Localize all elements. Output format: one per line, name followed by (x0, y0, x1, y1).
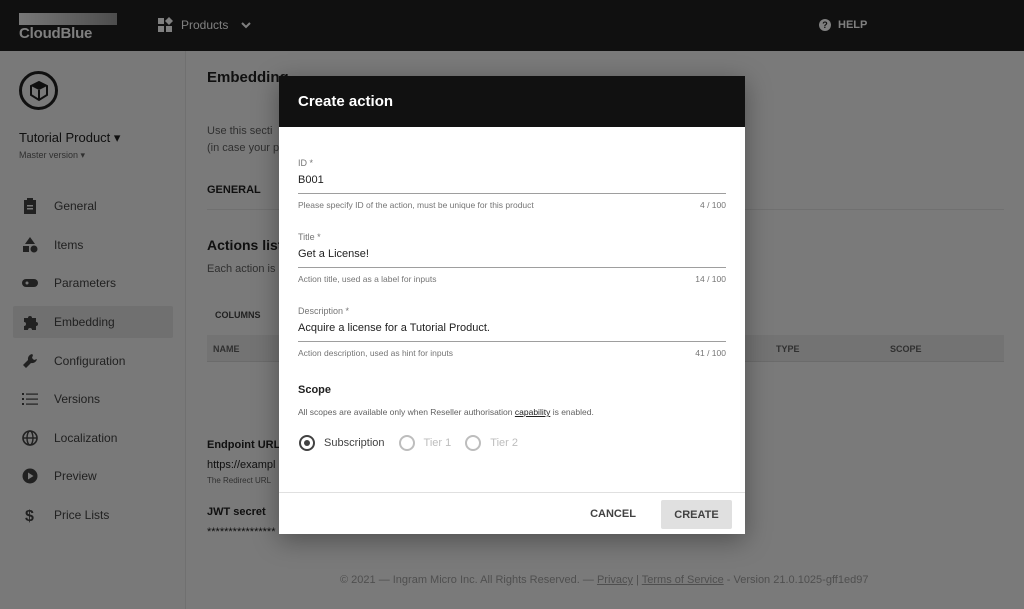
description-field-label: Description * (298, 306, 350, 316)
id-help: Please specify ID of the action, must be… (298, 200, 534, 210)
id-input[interactable]: B001 (298, 174, 726, 190)
id-field-label: ID * (298, 158, 314, 168)
id-field[interactable]: ID * B001 Please specify ID of the actio… (298, 158, 726, 210)
dialog-title: Create action (298, 93, 394, 110)
title-underline (298, 267, 726, 268)
radio-checked-icon[interactable] (299, 435, 315, 451)
capability-link[interactable]: capability (515, 407, 550, 417)
radio-unchecked-icon[interactable] (465, 435, 482, 451)
radio-label: Tier 2 (490, 437, 518, 449)
title-input[interactable]: Get a License! (298, 248, 726, 264)
id-underline (298, 193, 726, 194)
radio-tier-2[interactable]: Tier 2 (465, 435, 518, 451)
radio-subscription[interactable]: Subscription (299, 435, 385, 451)
scope-desc-text-end: is enabled. (552, 407, 594, 417)
create-action-dialog: Create action ID * B001 Please specify I… (279, 76, 745, 534)
description-help: Action description, used as hint for inp… (298, 348, 453, 358)
title-help-row: Action title, used as a label for inputs… (298, 274, 726, 284)
radio-label: Tier 1 (423, 437, 452, 449)
create-button[interactable]: CREATE (661, 500, 732, 529)
radio-unchecked-icon[interactable] (398, 435, 415, 451)
dialog-header: Create action (279, 76, 745, 127)
id-counter: 4 / 100 (700, 200, 726, 210)
description-help-row: Action description, used as hint for inp… (298, 348, 726, 358)
scope-radio-group: Subscription Tier 1 Tier 2 (299, 435, 532, 451)
scope-title: Scope (298, 384, 332, 396)
id-help-row: Please specify ID of the action, must be… (298, 200, 726, 210)
title-help: Action title, used as a label for inputs (298, 274, 437, 284)
dialog-footer: CANCEL CREATE (279, 492, 745, 534)
description-field[interactable]: Description * Acquire a license for a Tu… (298, 306, 726, 358)
scope-desc-text: All scopes are available only when Resel… (298, 407, 513, 417)
description-input[interactable]: Acquire a license for a Tutorial Product… (298, 322, 726, 338)
scope-desc: All scopes are available only when Resel… (298, 407, 594, 417)
title-field[interactable]: Title * Get a License! Action title, use… (298, 232, 726, 284)
description-underline (298, 341, 726, 342)
title-field-label: Title * (298, 232, 321, 242)
cancel-button[interactable]: CANCEL (581, 500, 645, 528)
radio-tier-1[interactable]: Tier 1 (398, 435, 452, 451)
title-counter: 14 / 100 (695, 274, 726, 284)
description-counter: 41 / 100 (695, 348, 726, 358)
radio-label: Subscription (324, 437, 385, 449)
